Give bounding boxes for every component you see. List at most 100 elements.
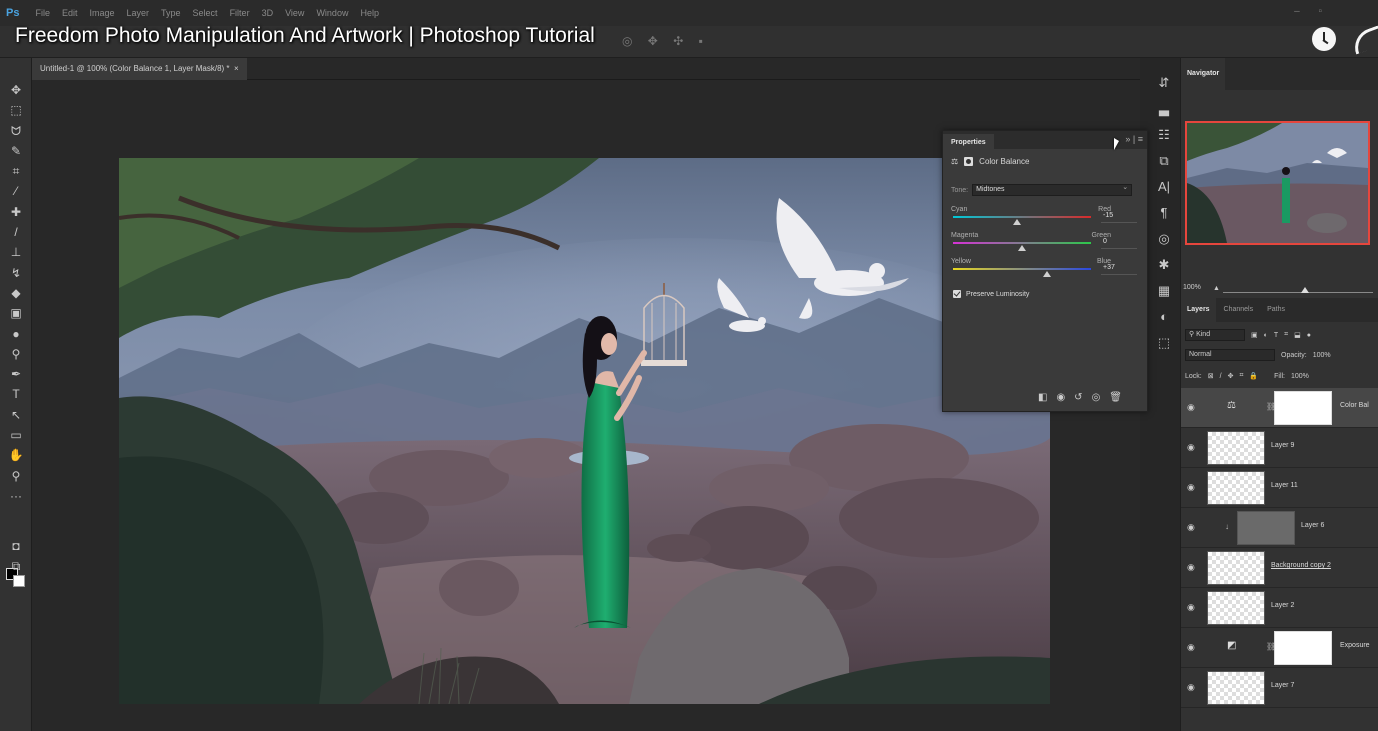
lock-transparent-icon[interactable]: ⊠ <box>1208 372 1214 380</box>
navigator-tab[interactable]: Navigator <box>1181 58 1226 90</box>
visibility-eye-icon[interactable]: ◉ <box>1187 402 1195 413</box>
type-tool-icon[interactable]: T <box>0 384 32 404</box>
channels-tab[interactable]: Channels <box>1218 298 1260 322</box>
layer-mask-icon[interactable] <box>964 157 974 166</box>
visibility-icon[interactable]: ◎ <box>1092 392 1110 403</box>
swatches-panel-icon[interactable]: ▦ <box>1150 278 1178 304</box>
layer-row[interactable]: ◉ Layer 9 <box>1181 428 1378 468</box>
layer-row[interactable]: ◉ ⚖ ⛓ Color Bal <box>1181 388 1378 428</box>
menu-window[interactable]: Window <box>316 8 348 18</box>
document-tab[interactable]: Untitled-1 @ 100% (Color Balance 1, Laye… <box>32 58 247 80</box>
lock-image-icon[interactable]: / <box>1220 373 1222 380</box>
blur-tool-icon[interactable]: ● <box>0 324 32 344</box>
layer-thumbnail[interactable] <box>1207 471 1265 505</box>
history-brush-icon[interactable]: ↯ <box>0 263 32 283</box>
healing-brush-icon[interactable]: ✚ <box>0 202 32 222</box>
slider-thumb[interactable] <box>1013 219 1021 225</box>
dodge-tool-icon[interactable]: ⚲ <box>0 344 32 364</box>
zoom-slider-track[interactable] <box>1223 292 1373 293</box>
layer-name[interactable]: Color Bal <box>1340 402 1369 409</box>
slider-value-field[interactable]: -15 <box>1101 212 1137 223</box>
hand-tool-icon[interactable]: ✋ <box>0 445 32 465</box>
visibility-eye-icon[interactable]: ◉ <box>1187 482 1195 493</box>
window-controls[interactable]: – ▫ <box>1294 6 1330 17</box>
filter-smart-object-icon[interactable]: ⬓ <box>1294 331 1301 339</box>
slider-track[interactable] <box>953 216 1091 218</box>
zoom-out-icon[interactable]: ▲ <box>1213 285 1220 292</box>
menu-file[interactable]: File <box>35 8 50 18</box>
visibility-eye-icon[interactable]: ◉ <box>1187 562 1195 573</box>
reset-icon[interactable]: ↺ <box>1074 392 1091 403</box>
watch-later-icon[interactable] <box>1312 27 1336 51</box>
lock-artboard-icon[interactable]: ⌗ <box>1239 372 1243 380</box>
layer-mask-thumbnail[interactable] <box>1274 391 1332 425</box>
panel-menu-icon[interactable]: ≡ <box>1138 134 1143 144</box>
blend-mode-select[interactable]: Normal <box>1185 349 1275 361</box>
character-panel-icon[interactable]: A| <box>1150 174 1178 200</box>
visibility-eye-icon[interactable]: ◉ <box>1187 522 1195 533</box>
layer-thumbnail[interactable] <box>1237 511 1295 545</box>
background-color-swatch[interactable] <box>13 575 25 587</box>
lock-all-icon[interactable]: 🔒 <box>1249 372 1258 380</box>
filter-shape-icon[interactable]: ⌗ <box>1284 331 1288 339</box>
history-panel-icon[interactable]: ⇵ <box>1150 70 1178 96</box>
menu-help[interactable]: Help <box>360 8 379 18</box>
tone-select[interactable]: Midtones <box>972 183 1133 196</box>
marquee-tool-icon[interactable]: ⬚ <box>0 100 32 120</box>
visibility-eye-icon[interactable]: ◉ <box>1187 682 1195 693</box>
menu-filter[interactable]: Filter <box>230 8 250 18</box>
layer-name[interactable]: Layer 6 <box>1301 522 1324 529</box>
preserve-luminosity-row[interactable]: Preserve Luminosity <box>953 290 1029 298</box>
slider-thumb[interactable] <box>1018 245 1026 251</box>
close-tab-icon[interactable]: × <box>234 58 239 80</box>
brush-settings-icon[interactable]: ✱ <box>1150 252 1178 278</box>
more-tools-icon[interactable]: ··· <box>0 486 32 506</box>
histogram-panel-icon[interactable]: ▃ <box>1150 96 1178 122</box>
visibility-eye-icon[interactable]: ◉ <box>1187 602 1195 613</box>
slider-value-field[interactable]: 0 <box>1101 238 1137 249</box>
layer-row[interactable]: ◉ Layer 7 <box>1181 668 1378 708</box>
eyedropper-tool-icon[interactable]: ⁄ <box>0 181 32 201</box>
navigator-preview[interactable] <box>1185 121 1370 245</box>
zoom-tool-icon[interactable]: ⚲ <box>0 466 32 486</box>
fill-value[interactable]: 100% <box>1291 373 1309 380</box>
adjustments-panel-icon[interactable]: ◐ <box>1150 304 1178 330</box>
layer-name[interactable]: Background copy 2 <box>1271 562 1331 569</box>
view-previous-icon[interactable]: ◉ <box>1056 392 1074 403</box>
clip-to-layer-icon[interactable]: ◧ <box>1038 392 1056 403</box>
paragraph-panel-icon[interactable]: ¶ <box>1150 200 1178 226</box>
navigator-zoom-value[interactable]: 100% <box>1183 284 1201 291</box>
layers-tab[interactable]: Layers <box>1181 298 1216 322</box>
crop-tool-icon[interactable]: ⌗ <box>0 161 32 181</box>
layer-name[interactable]: Layer 9 <box>1271 442 1294 449</box>
layer-thumbnail[interactable] <box>1207 551 1265 585</box>
opacity-value[interactable]: 100% <box>1313 352 1331 359</box>
gradient-tool-icon[interactable]: ▣ <box>0 303 32 323</box>
filter-type-icon[interactable]: T <box>1274 332 1278 339</box>
layer-mask-thumbnail[interactable] <box>1274 631 1332 665</box>
slider-thumb[interactable] <box>1043 271 1051 277</box>
path-select-icon[interactable]: ↖ <box>0 405 32 425</box>
visibility-eye-icon[interactable]: ◉ <box>1187 642 1195 653</box>
lock-position-icon[interactable]: ✥ <box>1228 372 1234 380</box>
layer-row[interactable]: ◉ ◩ ⛓ Exposure <box>1181 628 1378 668</box>
visibility-eye-icon[interactable]: ◉ <box>1187 442 1195 453</box>
move-tool-icon[interactable]: ✥ <box>0 80 32 100</box>
layer-thumbnail[interactable] <box>1207 431 1265 465</box>
filter-pixel-icon[interactable]: ▣ <box>1251 331 1258 339</box>
styles-panel-icon[interactable]: ⬚ <box>1150 330 1178 356</box>
rectangle-tool-icon[interactable]: ▭ <box>0 425 32 445</box>
layer-row[interactable]: ◉ Layer 2 <box>1181 588 1378 628</box>
menu-type[interactable]: Type <box>161 8 181 18</box>
slider-value-field[interactable]: +37 <box>1101 264 1137 275</box>
layer-name[interactable]: Exposure <box>1340 642 1370 649</box>
layer-name[interactable]: Layer 11 <box>1271 482 1298 489</box>
menu-3d[interactable]: 3D <box>262 8 274 18</box>
menu-layer[interactable]: Layer <box>127 8 150 18</box>
lasso-tool-icon[interactable]: ᗢ <box>0 121 32 141</box>
menu-view[interactable]: View <box>285 8 304 18</box>
layer-row[interactable]: ◉ ↓ Layer 6 <box>1181 508 1378 548</box>
quick-select-tool-icon[interactable]: ✎ <box>0 141 32 161</box>
artwork-canvas[interactable] <box>119 158 1050 704</box>
filter-adjustment-icon[interactable]: ◐ <box>1264 332 1268 339</box>
